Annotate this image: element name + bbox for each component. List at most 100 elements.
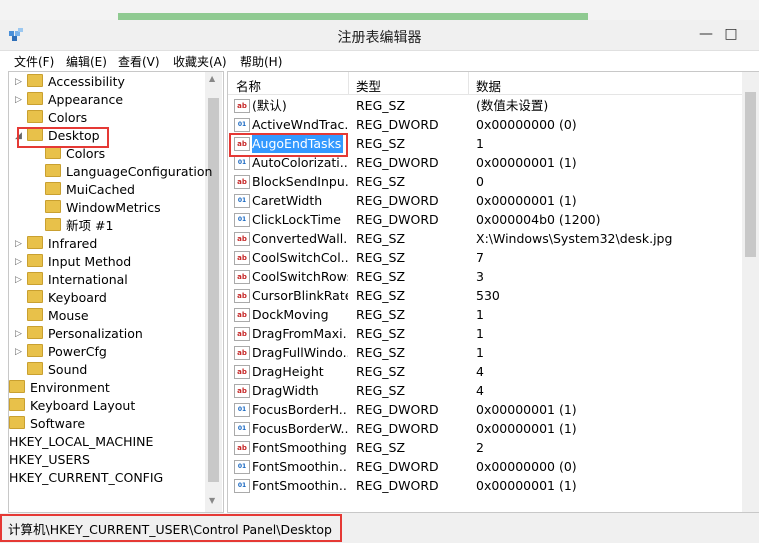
expand-arrow-icon[interactable]: ▷ [15,235,25,253]
value-row[interactable]: 01 ClickLockTime REG_DWORD 0x000004b0 (1200… [228,210,742,229]
value-name[interactable]: DragFullWindo... [252,343,348,362]
tree-item[interactable]: Software [9,415,85,433]
value-name[interactable]: FontSmoothing [252,438,348,457]
tree-item[interactable]: 新项 #1 [45,217,113,235]
value-name[interactable]: FocusBorderW... [252,419,348,438]
value-name[interactable]: CursorBlinkRate [252,286,348,305]
expand-arrow-icon[interactable]: ▷ [15,271,25,289]
tree-item-label: HKEY_CURRENT_CONFIG [9,470,164,485]
tree-item[interactable]: Keyboard [27,289,107,307]
expand-arrow-icon[interactable]: ▷ [15,73,25,91]
value-row[interactable]: 01 FocusBorderH... REG_DWORD 0x00000001 (1) [228,400,742,419]
value-type: REG_DWORD [356,212,439,227]
column-divider[interactable] [348,72,349,94]
tree-item[interactable]: Mouse [27,307,89,325]
value-type: REG_DWORD [356,193,439,208]
value-row[interactable]: ab FontSmoothing REG_SZ 2 [228,438,742,457]
tree-item[interactable]: ▷ Accessibility [15,73,125,91]
tree-item[interactable]: HKEY_CURRENT_CONFIG [9,469,163,487]
tree-item[interactable]: ▷ Input Method [15,253,131,271]
value-name[interactable]: FontSmoothin... [252,457,348,476]
value-row[interactable]: 01 FontSmoothin... REG_DWORD 0x00000001 (1) [228,476,742,495]
scroll-down-icon[interactable]: ▼ [209,496,215,505]
value-data: 4 [476,383,484,398]
tree-item[interactable]: HKEY_USERS [9,451,90,469]
value-row[interactable]: 01 ActiveWndTrac... REG_DWORD 0x00000000 (0… [228,115,742,134]
value-row[interactable]: ab CursorBlinkRate REG_SZ 530 [228,286,742,305]
value-name[interactable]: FocusBorderH... [252,400,348,419]
folder-icon [27,290,43,303]
tree-item[interactable]: HKEY_LOCAL_MACHINE [9,433,153,451]
menu-help[interactable]: 帮助(H) [240,53,282,70]
value-row[interactable]: 01 CaretWidth REG_DWORD 0x00000001 (1) [228,191,742,210]
list-scroll-thumb[interactable] [745,92,756,257]
tree-item[interactable]: WindowMetrics [45,199,161,217]
value-type: REG_SZ [356,231,406,246]
value-name[interactable]: DragHeight [252,362,348,381]
column-name-header[interactable]: 名称 [236,76,261,95]
list-scrollbar[interactable] [742,72,759,512]
title-bar[interactable]: 注册表编辑器 — □ [0,20,759,51]
value-row[interactable]: ab DragWidth REG_SZ 4 [228,381,742,400]
value-row[interactable]: ab ConvertedWall... REG_SZ X:\Windows\Syste… [228,229,742,248]
tree-item[interactable]: ▷ Infrared [15,235,97,253]
value-row[interactable]: ab BlockSendInpu... REG_SZ 0 [228,172,742,191]
value-row[interactable]: ab CoolSwitchRows REG_SZ 3 [228,267,742,286]
menu-favorites[interactable]: 收藏夹(A) [173,53,227,70]
value-name[interactable]: DockMoving [252,305,348,324]
column-divider[interactable] [468,72,469,94]
value-name[interactable]: ConvertedWall... [252,229,348,248]
value-name[interactable]: CoolSwitchRows [252,267,348,286]
value-name[interactable]: FontSmoothin... [252,476,348,495]
scroll-up-icon[interactable]: ▲ [209,74,215,83]
tree-item[interactable]: Sound [27,361,87,379]
value-data: (数值未设置) [476,98,549,113]
value-name[interactable]: CaretWidth [252,191,348,210]
menu-edit[interactable]: 编辑(E) [66,53,107,70]
tree-scrollbar[interactable]: ▲ ▼ [205,72,222,512]
value-row[interactable]: 01 FocusBorderW... REG_DWORD 0x00000001 (1) [228,419,742,438]
value-row[interactable]: ab DragFullWindo... REG_SZ 1 [228,343,742,362]
folder-icon [27,110,43,123]
value-row[interactable]: ab DragHeight REG_SZ 4 [228,362,742,381]
column-data-header[interactable]: 数据 [476,76,501,95]
expand-arrow-icon[interactable]: ▷ [15,343,25,361]
tree-item[interactable]: ▷ International [15,271,128,289]
tree-item[interactable]: Environment [9,379,110,397]
folder-icon [27,74,43,87]
value-name[interactable]: ActiveWndTrac... [252,115,348,134]
value-row[interactable]: ab DockMoving REG_SZ 1 [228,305,742,324]
value-row[interactable]: ab CoolSwitchCol... REG_SZ 7 [228,248,742,267]
folder-icon [9,416,25,429]
value-name[interactable]: ClickLockTime [252,210,348,229]
value-row[interactable]: 01 FontSmoothin... REG_DWORD 0x00000000 (0) [228,457,742,476]
tree-item[interactable]: MuiCached [45,181,135,199]
value-name[interactable]: BlockSendInpu... [252,172,348,191]
value-name[interactable]: DragFromMaxi... [252,324,348,343]
expand-arrow-icon[interactable]: ▷ [15,325,25,343]
value-row[interactable]: ab (默认) REG_SZ (数值未设置) [228,96,742,115]
tree-item-label: Colors [66,146,106,161]
tree-item[interactable]: Keyboard Layout [9,397,135,415]
tree-item[interactable]: ▷ Personalization [15,325,143,343]
menu-file[interactable]: 文件(F) [14,53,54,70]
expand-arrow-icon[interactable]: ▷ [15,91,25,109]
value-name[interactable]: CoolSwitchCol... [252,248,348,267]
menu-view[interactable]: 查看(V) [118,53,160,70]
tree-item[interactable]: ▷ Appearance [15,91,123,109]
value-row[interactable]: ab DragFromMaxi... REG_SZ 1 [228,324,742,343]
tree-scroll-thumb[interactable] [208,98,219,482]
column-type-header[interactable]: 类型 [356,76,381,95]
value-name[interactable]: (默认) [252,96,348,115]
value-data: 2 [476,440,484,455]
value-name[interactable]: DragWidth [252,381,348,400]
value-data: 1 [476,345,484,360]
string-value-icon: ab [234,441,250,455]
tree-item[interactable]: LanguageConfiguration [45,163,212,181]
binary-value-icon: 01 [234,422,250,436]
value-type: REG_SZ [356,383,406,398]
expand-arrow-icon[interactable]: ▷ [15,253,25,271]
tree-item[interactable]: ▷ PowerCfg [15,343,107,361]
maximize-button[interactable]: □ [716,22,746,46]
tree-item[interactable]: Colors [27,109,87,127]
